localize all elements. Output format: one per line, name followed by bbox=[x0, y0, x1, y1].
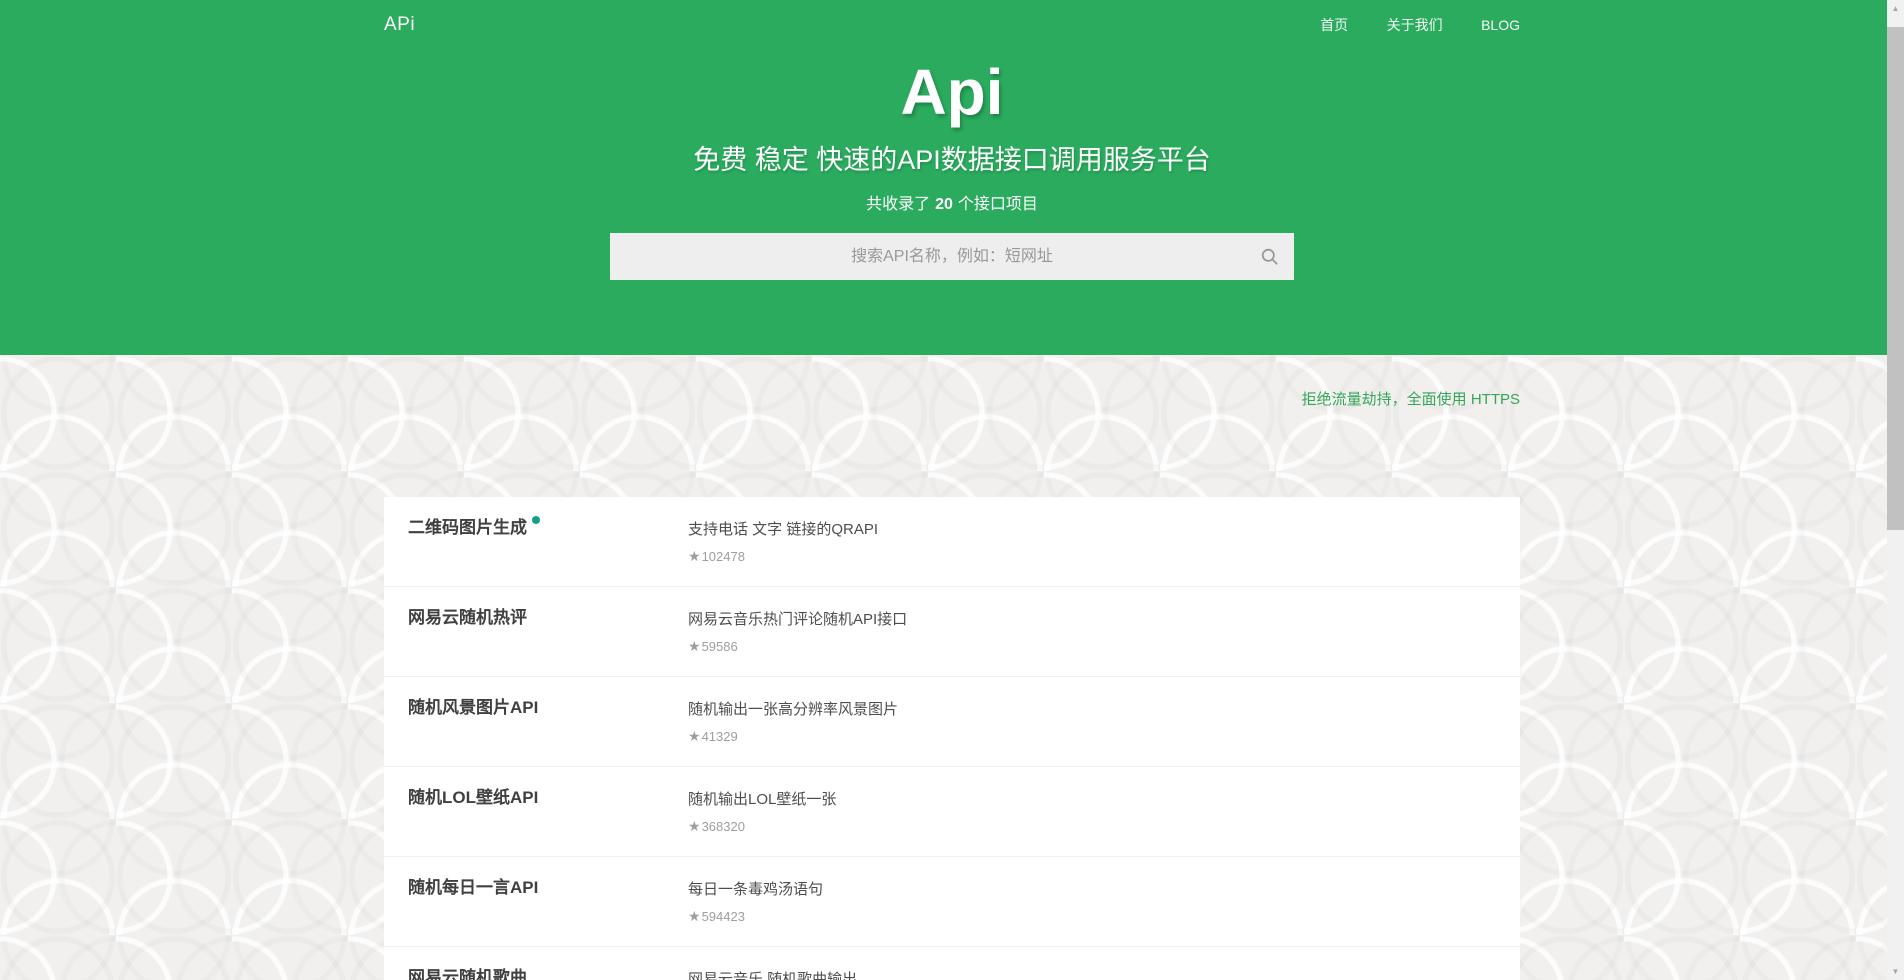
new-dot-badge bbox=[532, 516, 540, 524]
main-nav: 首页 关于我们 BLOG bbox=[1286, 15, 1520, 35]
scrollbar[interactable]: ▲ ▼ bbox=[1887, 0, 1904, 980]
main-section: 拒绝流量劫持，全面使用 HTTPS 二维码图片生成 支持电话 文字 链接的QRA… bbox=[0, 355, 1904, 980]
stats-count: 20 bbox=[935, 196, 953, 213]
star-count: ★59586 bbox=[688, 638, 1496, 655]
navbar: APi 首页 关于我们 BLOG bbox=[384, 0, 1520, 36]
api-description: 随机输出LOL壁纸一张 bbox=[688, 788, 1496, 809]
nav-about[interactable]: 关于我们 bbox=[1387, 17, 1443, 33]
nav-blog[interactable]: BLOG bbox=[1481, 17, 1520, 33]
logo[interactable]: APi bbox=[384, 14, 415, 36]
api-desc-column: 每日一条毒鸡汤语句 ★594423 bbox=[688, 857, 1496, 946]
page-title: Api bbox=[0, 60, 1904, 124]
scrollbar-down-arrow[interactable]: ▼ bbox=[1887, 963, 1904, 980]
api-title-column: 随机风景图片API bbox=[408, 677, 688, 766]
api-list-item[interactable]: 随机风景图片API 随机输出一张高分辨率风景图片 ★41329 bbox=[384, 677, 1520, 767]
star-count-value: 594423 bbox=[702, 909, 745, 924]
star-icon: ★ bbox=[688, 548, 701, 564]
api-desc-column: 网易云音乐 随机歌曲输出 bbox=[688, 947, 1496, 980]
api-desc-column: 随机输出LOL壁纸一张 ★368320 bbox=[688, 767, 1496, 856]
scrollbar-up-arrow[interactable]: ▲ bbox=[1887, 0, 1904, 17]
star-count-value: 102478 bbox=[702, 549, 745, 564]
api-description: 网易云音乐热门评论随机API接口 bbox=[688, 608, 1496, 629]
api-list-item[interactable]: 网易云随机热评 网易云音乐热门评论随机API接口 ★59586 bbox=[384, 587, 1520, 677]
nav-home[interactable]: 首页 bbox=[1320, 17, 1348, 33]
api-list-item[interactable]: 网易云随机歌曲 网易云音乐 随机歌曲输出 bbox=[384, 947, 1520, 980]
scrollbar-thumb[interactable] bbox=[1887, 27, 1904, 530]
search-icon[interactable] bbox=[1261, 248, 1279, 266]
star-count: ★594423 bbox=[688, 908, 1496, 925]
api-title-column: 随机LOL壁纸API bbox=[408, 767, 688, 856]
api-desc-column: 支持电话 文字 链接的QRAPI ★102478 bbox=[688, 497, 1496, 586]
star-count: ★368320 bbox=[688, 818, 1496, 835]
star-icon: ★ bbox=[688, 818, 701, 834]
hero-header: APi 首页 关于我们 BLOG Api 免费 稳定 快速的API数据接口调用服… bbox=[0, 0, 1904, 355]
star-icon: ★ bbox=[688, 638, 701, 654]
api-list-panel: 二维码图片生成 支持电话 文字 链接的QRAPI ★102478 网易云随机热评… bbox=[384, 497, 1520, 980]
api-desc-column: 网易云音乐热门评论随机API接口 ★59586 bbox=[688, 587, 1496, 676]
api-desc-column: 随机输出一张高分辨率风景图片 ★41329 bbox=[688, 677, 1496, 766]
star-count-value: 41329 bbox=[702, 729, 738, 744]
star-count-value: 368320 bbox=[702, 819, 745, 834]
api-title[interactable]: 随机风景图片API bbox=[408, 698, 538, 717]
search-box bbox=[610, 233, 1294, 280]
api-title-column: 网易云随机歌曲 bbox=[408, 947, 688, 980]
api-title-column: 二维码图片生成 bbox=[408, 497, 688, 586]
api-title[interactable]: 随机每日一言API bbox=[408, 878, 538, 897]
notice-row: 拒绝流量劫持，全面使用 HTTPS bbox=[384, 355, 1520, 409]
star-icon: ★ bbox=[688, 908, 701, 924]
api-title-column: 随机每日一言API bbox=[408, 857, 688, 946]
api-list-item[interactable]: 随机每日一言API 每日一条毒鸡汤语句 ★594423 bbox=[384, 857, 1520, 947]
stats-suffix: 个接口项目 bbox=[958, 196, 1038, 213]
api-description: 每日一条毒鸡汤语句 bbox=[688, 878, 1496, 899]
api-list-item[interactable]: 二维码图片生成 支持电话 文字 链接的QRAPI ★102478 bbox=[384, 497, 1520, 587]
api-title[interactable]: 随机LOL壁纸API bbox=[408, 788, 538, 807]
search-input[interactable] bbox=[610, 233, 1294, 280]
api-description: 随机输出一张高分辨率风景图片 bbox=[688, 698, 1496, 719]
star-count: ★102478 bbox=[688, 548, 1496, 565]
stats-prefix: 共收录了 bbox=[866, 196, 930, 213]
star-icon: ★ bbox=[688, 728, 701, 744]
api-title[interactable]: 网易云随机歌曲 bbox=[408, 968, 527, 980]
api-title[interactable]: 二维码图片生成 bbox=[408, 518, 527, 537]
api-title[interactable]: 网易云随机热评 bbox=[408, 608, 527, 627]
page-subtitle: 免费 稳定 快速的API数据接口调用服务平台 bbox=[0, 138, 1904, 177]
api-description: 网易云音乐 随机歌曲输出 bbox=[688, 968, 1496, 980]
https-notice-link[interactable]: 拒绝流量劫持，全面使用 HTTPS bbox=[1302, 391, 1520, 408]
stats-line: 共收录了 20 个接口项目 bbox=[0, 190, 1904, 214]
api-list-item[interactable]: 随机LOL壁纸API 随机输出LOL壁纸一张 ★368320 bbox=[384, 767, 1520, 857]
star-count-value: 59586 bbox=[702, 639, 738, 654]
api-title-column: 网易云随机热评 bbox=[408, 587, 688, 676]
star-count: ★41329 bbox=[688, 728, 1496, 745]
api-description: 支持电话 文字 链接的QRAPI bbox=[688, 518, 1496, 539]
